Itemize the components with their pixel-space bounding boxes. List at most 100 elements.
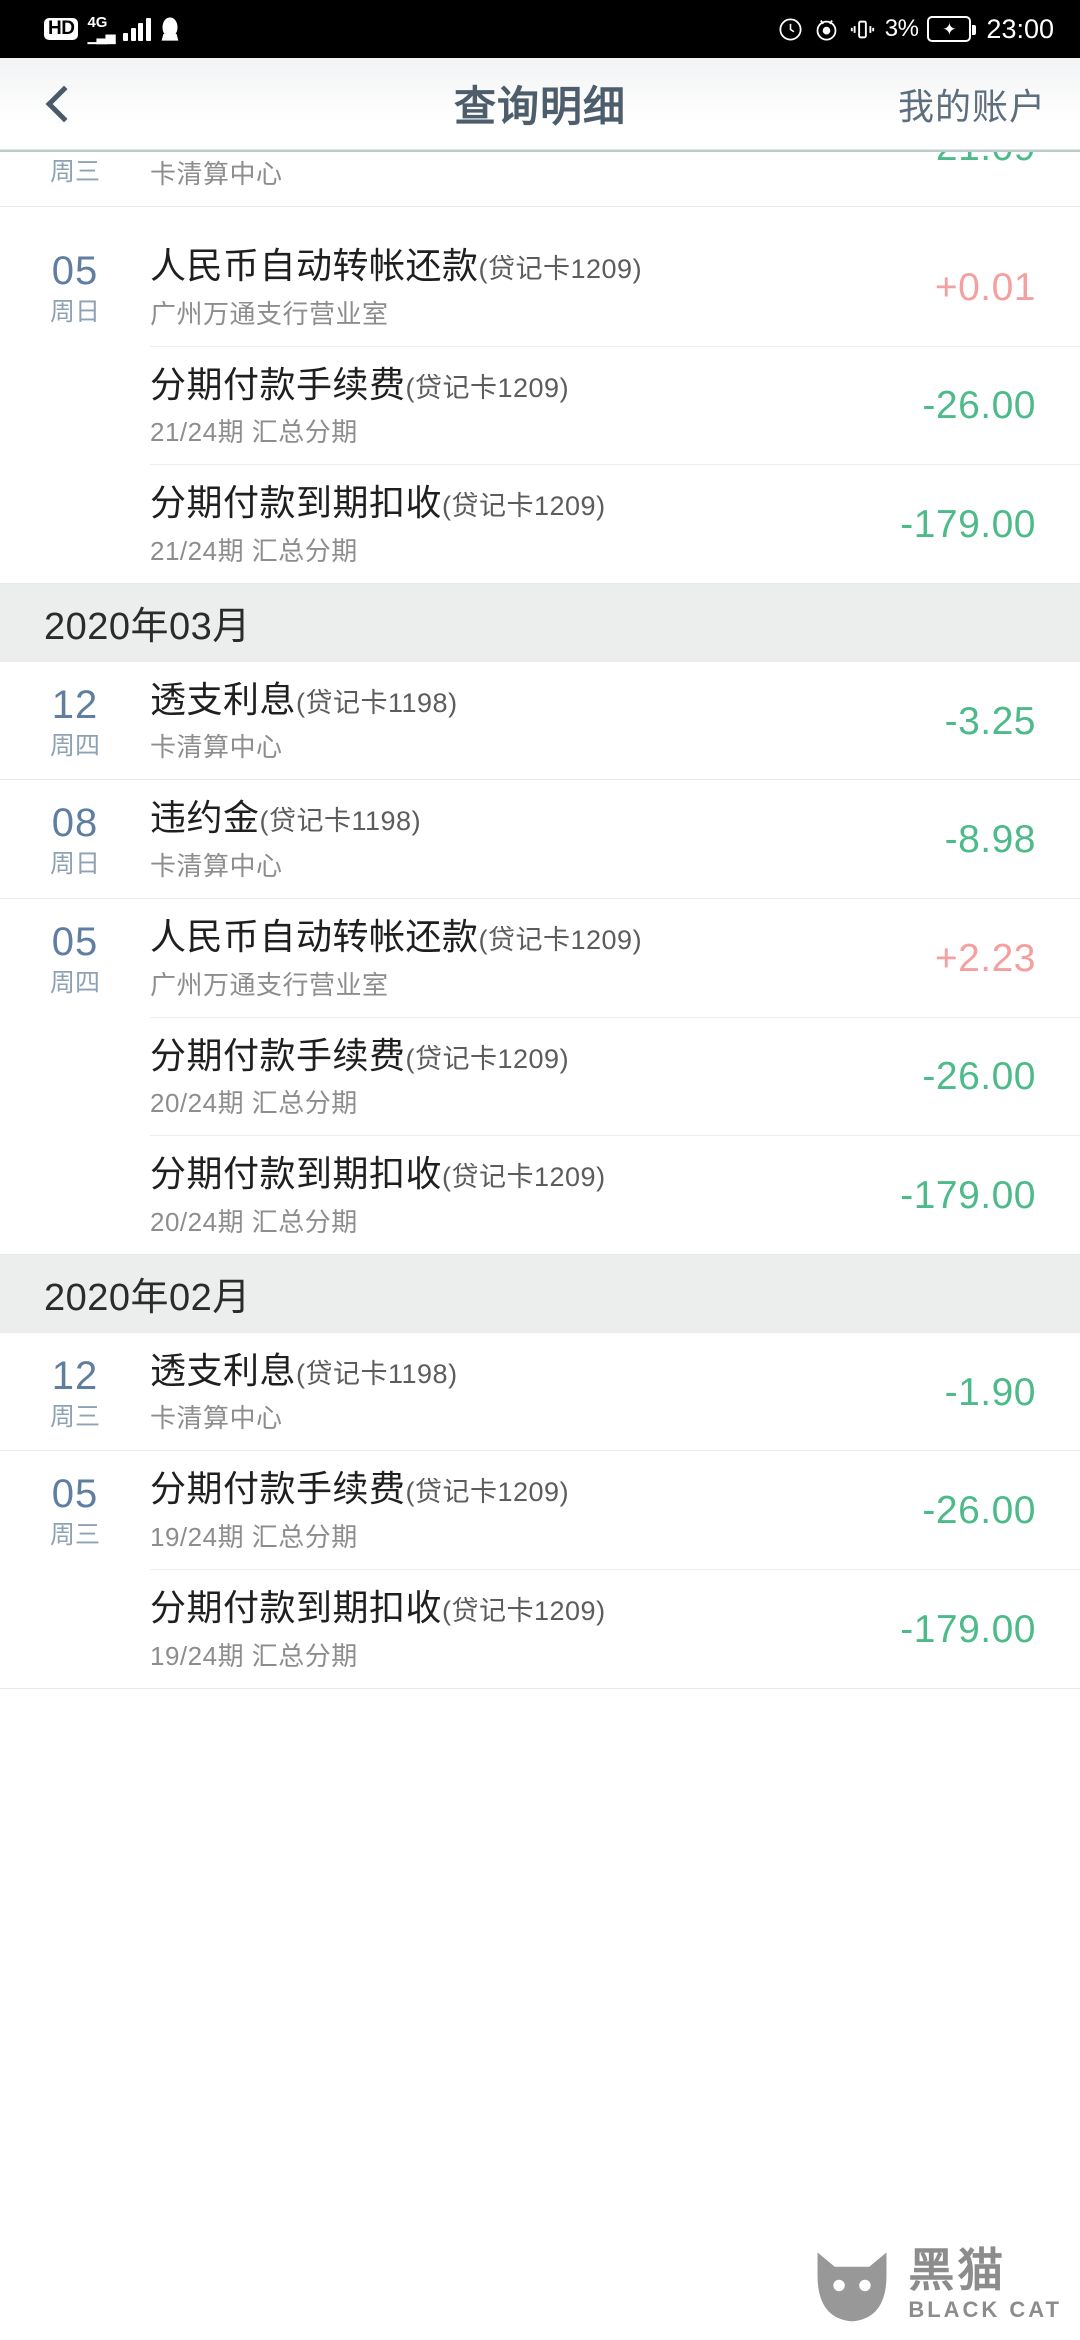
transaction-row[interactable]: 分期付款手续费(贷记卡1209) 20/24期 汇总分期 -26.00 [150,1016,1080,1136]
transaction-row[interactable]: 分期付款到期扣收(贷记卡1209) 21/24期 汇总分期 -179.00 [150,464,1080,583]
transaction-title: 分期付款手续费(贷记卡1209) [150,1034,570,1076]
transaction-card-label: (贷记卡1209) [442,1595,606,1626]
transaction-title: 分期付款到期扣收(贷记卡1209) [150,482,606,524]
hd-icon: HD [44,18,79,40]
transaction-card-label: (贷记卡1209) [405,1043,570,1074]
transaction-subtitle: 卡清算中心 [150,1403,283,1434]
day-column: 周三 [0,152,150,206]
day-group: 12 周四 透支利息(贷记卡1198) 卡清算中心 -3.25 [0,661,1080,781]
transaction-subtitle: 广州万通支行营业室 [150,298,389,329]
day-column: 05 周日 [0,228,150,583]
transaction-main: 分期付款到期扣收(贷记卡1209) 20/24期 汇总分期 [150,1150,770,1242]
transaction-row[interactable]: 分期付款手续费(贷记卡1209) 21/24期 汇总分期 -26.00 [150,345,1080,465]
transaction-title: 人民币自动转帐还款(贷记卡1209) [150,245,643,286]
watermark: 黑猫 BLACK CAT [806,2238,1062,2330]
day-weekday: 周三 [49,1521,100,1550]
day-column: 05 周四 [0,899,150,1254]
day-number: 05 [51,1472,99,1517]
status-bar: HD 4G ▁▃▅ 3% ✦ 23:00 [0,0,1080,58]
eye-care-icon [813,16,840,43]
transaction-subtitle: 卡清算中心 [150,158,283,189]
app-screen: HD 4G ▁▃▅ 3% ✦ 23:00 查询明细 我的账户 周三 卡清算中心 … [0,0,1080,2340]
my-account-button[interactable]: 我的账户 [898,78,1046,130]
transaction-row[interactable]: 透支利息(贷记卡1198) 卡清算中心 -3.25 [150,662,1080,780]
transactions-column: 分期付款手续费(贷记卡1209) 19/24期 汇总分期 -26.00 分期付款到期扣… [150,1451,1080,1687]
month-header: 2020年03月 [0,583,1080,662]
transaction-subtitle: 19/24期 汇总分期 [150,1640,358,1671]
day-number: 12 [51,1353,99,1398]
transaction-card-label: (贷记卡1209) [442,491,606,522]
watermark-cn: 黑猫 [908,2244,1007,2296]
transaction-title: 分期付款手续费(贷记卡1209) [150,1468,570,1510]
transaction-title: 透支利息(贷记卡1198) [150,678,458,720]
watermark-text: 黑猫 BLACK CAT [908,2247,1062,2321]
transaction-subtitle: 21/24期 汇总分期 [150,535,358,566]
transactions-column: 卡清算中心 -21.09 [150,152,1080,206]
partial-transaction-row[interactable]: 周三 卡清算中心 -21.09 [0,150,1080,228]
day-weekday: 周三 [49,158,100,186]
battery-charging-icon: ✦ [927,16,977,42]
transaction-title: 违约金(贷记卡1198) [150,797,422,839]
transaction-main: 分期付款到期扣收(贷记卡1209) 21/24期 汇总分期 [150,479,770,571]
transaction-amount: +2.23 [934,936,1036,980]
transaction-list[interactable]: 周三 卡清算中心-21.0905周日人民币自动转帐还款(贷记卡1209)广州万通… [0,150,1080,1689]
transaction-row[interactable]: 违约金(贷记卡1198) 卡清算中心 -8.98 [150,780,1080,898]
day-number: 05 [51,249,99,293]
transaction-row[interactable]: 分期付款手续费(贷记卡1209) 19/24期 汇总分期 -26.00 [150,1451,1080,1569]
transaction-row[interactable]: 卡清算中心 -21.09 [150,152,1080,206]
transaction-amount: -179.00 [900,1607,1036,1651]
day-weekday: 周四 [49,731,100,760]
transaction-row[interactable]: 分期付款到期扣收(贷记卡1209) 19/24期 汇总分期 -179.00 [150,1568,1080,1688]
transaction-subtitle: 20/24期 汇总分期 [150,1088,358,1119]
transactions-column: 人民币自动转帐还款(贷记卡1209) 广州万通支行营业室 +2.23 分期付款手续费(… [150,899,1080,1254]
transaction-amount: -179.00 [900,502,1036,546]
day-group: 05 周日 人民币自动转帐还款(贷记卡1209) 广州万通支行营业室 +0.01 分期付款… [0,228,1080,584]
day-number: 05 [51,919,99,964]
transaction-amount: -179.00 [900,1173,1036,1217]
transaction-amount: -1.90 [944,1370,1036,1414]
transaction-card-label: (贷记卡1198) [296,1358,458,1389]
transaction-main: 人民币自动转帐还款(贷记卡1209) 广州万通支行营业室 [150,913,770,1005]
transaction-subtitle: 21/24期 汇总分期 [150,417,358,448]
signal-bars-icon [123,17,151,41]
transaction-amount: -26.00 [922,384,1036,428]
transaction-card-label: (贷记卡1209) [478,254,643,284]
status-bar-right: 3% ✦ 23:00 [777,14,1054,45]
transactions-column: 人民币自动转帐还款(贷记卡1209) 广州万通支行营业室 +0.01 分期付款手续费(… [150,228,1080,583]
day-group: 05 周三 分期付款手续费(贷记卡1209) 19/24期 汇总分期 -26.00 分期付… [0,1451,1080,1689]
battery-percent-label: 3% [884,15,919,42]
transaction-amount: -3.25 [944,699,1036,743]
transaction-row[interactable]: 分期付款到期扣收(贷记卡1209) 20/24期 汇总分期 -179.00 [150,1135,1080,1254]
transaction-main: 透支利息(贷记卡1198) 卡清算中心 [150,676,770,768]
transaction-amount: -21.09 [770,152,1080,170]
day-column: 08 周日 [0,780,150,898]
transaction-row[interactable]: 人民币自动转帐还款(贷记卡1209) 广州万通支行营业室 +0.01 [150,228,1080,346]
day-group: 05 周四 人民币自动转帐还款(贷记卡1209) 广州万通支行营业室 +2.23 分期付款… [0,898,1080,1255]
month-header: 2020年02月 [0,1254,1080,1333]
transaction-amount: -8.98 [944,818,1036,862]
transaction-main: 分期付款手续费(贷记卡1209) 19/24期 汇总分期 [150,1465,770,1557]
transaction-title: 分期付款到期扣收(贷记卡1209) [150,1586,606,1628]
transaction-main: 违约金(贷记卡1198) 卡清算中心 [150,794,770,886]
transaction-row[interactable]: 人民币自动转帐还款(贷记卡1209) 广州万通支行营业室 +2.23 [150,899,1080,1017]
day-weekday: 周日 [49,298,100,326]
transaction-main: 卡清算中心 [150,152,770,194]
transaction-row[interactable]: 透支利息(贷记卡1198) 卡清算中心 -1.90 [150,1333,1080,1451]
transaction-main: 分期付款手续费(贷记卡1209) 21/24期 汇总分期 [150,361,770,453]
transactions-column: 违约金(贷记卡1198) 卡清算中心 -8.98 [150,780,1080,898]
transaction-card-label: (贷记卡1209) [442,1162,606,1193]
day-number: 12 [51,682,99,727]
qq-icon [160,15,180,43]
day-group: 周三 卡清算中心 -21.09 [0,152,1080,207]
transaction-main: 透支利息(贷记卡1198) 卡清算中心 [150,1347,770,1439]
transaction-main: 分期付款到期扣收(贷记卡1209) 19/24期 汇总分期 [150,1584,770,1676]
vibrate-icon [849,16,876,43]
day-number: 08 [51,801,99,846]
transaction-subtitle: 卡清算中心 [150,850,283,881]
clock-label: 23:00 [986,13,1054,44]
transactions-column: 透支利息(贷记卡1198) 卡清算中心 -3.25 [150,662,1080,780]
transaction-card-label: (贷记卡1209) [405,1477,570,1508]
transaction-title: 分期付款到期扣收(贷记卡1209) [150,1153,606,1195]
transaction-title: 人民币自动转帐还款(贷记卡1209) [150,915,643,957]
transactions-column: 透支利息(贷记卡1198) 卡清算中心 -1.90 [150,1333,1080,1451]
